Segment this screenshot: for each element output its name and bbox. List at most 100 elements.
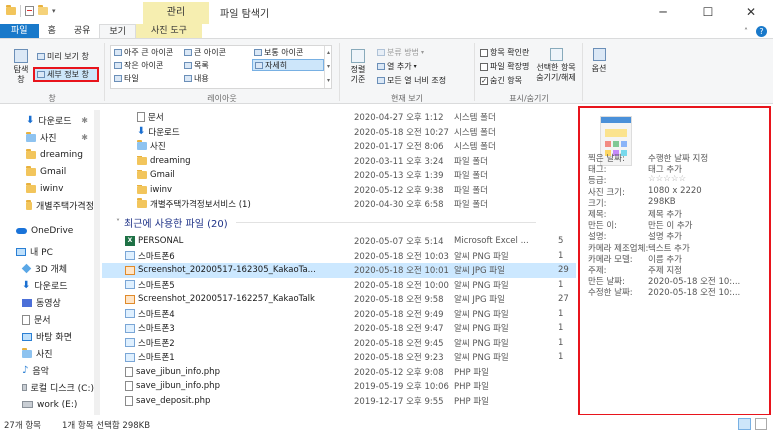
detail-value[interactable]: 2020-05-18 오전 10:... [648,286,740,298]
table-row[interactable]: Screenshot_20200517-162257_KakaoTalk 2020… [102,292,576,307]
nav-item[interactable]: 로컬 디스크 (C:) [0,379,94,396]
detail-value[interactable]: 주제 지정 [648,264,682,276]
nav-item[interactable]: Gmail [0,163,94,180]
table-row[interactable]: ⬇ 다운로드 2020-05-18 오전 10:27 시스템 폴더 [102,125,576,140]
details-pane-button[interactable]: 세부 정보 창 [33,67,99,82]
nav-item[interactable]: 사진 [0,345,94,362]
tab-picture-tools[interactable]: 사진 도구 [135,24,202,38]
gallery-scroll[interactable]: ▴ ▾ ▾ [324,46,332,88]
nav-item[interactable]: 개별주택가격정 [0,197,94,214]
sort-icon [351,49,365,63]
nav-item[interactable]: ⬇ 다운로드 ✱ [0,112,94,129]
table-row[interactable]: 개별주택가격정보서비스 (1) 2020-04-30 오후 6:58 파일 폴더 [102,197,576,212]
layout-tiles[interactable]: 타일 [114,73,139,84]
close-button[interactable]: ✕ [729,0,773,24]
detail-value[interactable]: 텍스트 추가 [648,242,690,254]
png-icon [125,251,135,261]
hide-selected-button[interactable]: 선택한 항목 숨기기/해제 [532,45,580,89]
add-columns-button[interactable]: 열 추가 ▾ [377,61,417,72]
table-row[interactable]: dreaming 2020-03-11 오후 3:24 파일 폴더 [102,154,576,169]
item-checkboxes-toggle[interactable]: 항목 확인란 [480,47,529,58]
nav-item[interactable]: 동영상 [0,294,94,311]
nav-scrollbar[interactable] [94,110,100,415]
tab-home[interactable]: 홈 [39,24,65,38]
nav-item[interactable]: 바탕 화면 [0,328,94,345]
nav-item[interactable]: dreaming [0,146,94,163]
properties-icon[interactable] [25,6,34,16]
details-view-icon[interactable] [738,418,751,430]
download-icon: ⬇ [26,114,35,126]
file-name: 스마트폰5 [138,280,175,291]
layout-list[interactable]: 목록 [184,60,209,71]
detail-value[interactable]: 1080 x 2220 [648,186,702,198]
table-row[interactable]: 스마트폰5 2020-05-18 오전 10:00 알씨 PNG 파일 1 [102,278,576,293]
layout-large-icons[interactable]: 큰 아이콘 [184,47,226,58]
nav-pane-button[interactable]: 탐색 창 [8,45,34,85]
group-header-recent[interactable]: ˅ 최근에 사용한 파일 (20) [116,215,536,230]
detail-value[interactable]: 만든 이 추가 [648,219,693,231]
detail-value[interactable]: 태그 추가 [648,163,682,175]
nav-item[interactable]: 3D 개체 [0,260,94,277]
table-row[interactable]: 사진 2020-01-17 오전 8:06 시스템 폴더 [102,139,576,154]
table-row[interactable]: iwinv 2020-05-12 오후 9:38 파일 폴더 [102,183,576,198]
chevron-down-icon[interactable]: ▾ [52,7,56,15]
view-icon [184,62,192,69]
file-extensions-toggle[interactable]: 파일 확장명 [480,61,529,72]
table-row[interactable]: 스마트폰1 2020-05-18 오전 9:23 알씨 PNG 파일 1 [102,350,576,365]
detail-value[interactable]: 제목 추가 [648,208,682,220]
tab-share[interactable]: 공유 [65,24,100,38]
table-row[interactable]: save_jibun_info.php 2019-05-19 오후 10:06 PH… [102,379,576,394]
sort-by-button[interactable]: 정렬 기준 [344,45,372,89]
nav-item[interactable]: work (E:) [0,396,94,413]
table-row[interactable]: 스마트폰4 2020-05-18 오전 9:49 알씨 PNG 파일 1 [102,307,576,322]
table-row[interactable]: 스마트폰6 2020-05-18 오전 10:03 알씨 PNG 파일 1 [102,249,576,264]
detail-value[interactable]: 2020-05-18 오전 10:... [648,275,740,287]
folder-icon [137,155,147,165]
table-row[interactable]: 스마트폰3 2020-05-18 오전 9:47 알씨 PNG 파일 1 [102,321,576,336]
window-title: 파일 탐색기 [220,9,270,20]
context-tab-manage[interactable]: 관리 [143,2,209,24]
layout-details[interactable]: 자세히 [252,59,324,71]
table-row[interactable]: 문서 2020-04-27 오후 1:12 시스템 폴더 [102,110,576,125]
new-folder-icon[interactable] [38,5,48,15]
detail-value[interactable]: 이름 추가 [648,253,682,265]
layout-small-icons[interactable]: 작은 아이콘 [114,60,163,71]
options-button[interactable]: 옵션 [586,45,612,89]
table-row[interactable]: save_deposit.php 2019-12-17 오후 9:55 PHP 파일 [102,394,576,409]
tab-file[interactable]: 파일 [0,24,39,38]
detail-value[interactable]: ☆☆☆☆☆ [648,174,686,186]
nav-item[interactable]: ♪ 음악 [0,362,94,379]
detail-value[interactable]: 설명 추가 [648,230,682,242]
nav-item[interactable]: 내 PC [0,243,94,260]
pin-icon[interactable]: ✱ [81,133,88,142]
table-row[interactable]: 스마트폰2 2020-05-18 오전 9:45 알씨 PNG 파일 1 [102,336,576,351]
preview-pane-button[interactable]: 미리 보기 창 [37,51,89,62]
table-row[interactable]: X PERSONAL 2020-05-07 오후 5:14 Microsoft Exc… [102,234,576,249]
nav-item[interactable]: ⬇ 다운로드 [0,277,94,294]
detail-value[interactable]: 수행한 날짜 지정 [648,152,708,164]
minimize-button[interactable]: ─ [641,0,685,24]
layout-medium-icons[interactable]: 보통 아이콘 [254,47,303,58]
pin-icon[interactable]: ✱ [81,116,88,125]
detail-value[interactable]: 298KB [648,197,676,209]
hidden-items-label: 숨긴 항목 [490,76,522,85]
maximize-button[interactable]: ☐ [686,0,730,24]
table-row[interactable]: Gmail 2020-05-13 오후 1:39 파일 폴더 [102,168,576,183]
tab-view[interactable]: 보기 [99,24,136,38]
large-icons-view-icon[interactable] [755,418,767,430]
layout-content[interactable]: 내용 [184,73,209,84]
table-row[interactable]: save_jibun_info.php 2020-05-12 오후 9:08 PHP… [102,365,576,380]
folder-icon[interactable] [6,5,16,15]
help-icon[interactable]: ? [756,25,767,37]
size-columns-button[interactable]: 모든 열 너비 조정 [377,75,446,86]
group-by-button[interactable]: 분류 방법 ▾ [377,47,424,58]
layout-extra-large-icons[interactable]: 아주 큰 아이콘 [114,47,173,58]
nav-item[interactable]: 문서 [0,311,94,328]
chevron-up-icon[interactable]: ˄ [744,27,748,36]
nav-item[interactable]: iwinv [0,180,94,197]
pictures-icon [22,347,32,358]
nav-item[interactable]: OneDrive [0,222,94,239]
hidden-items-toggle[interactable]: ✓ 숨긴 항목 [480,75,522,86]
table-row[interactable]: Screenshot_20200517-162305_KakaoTa... 202… [102,263,576,278]
nav-item[interactable]: 사진 ✱ [0,129,94,146]
